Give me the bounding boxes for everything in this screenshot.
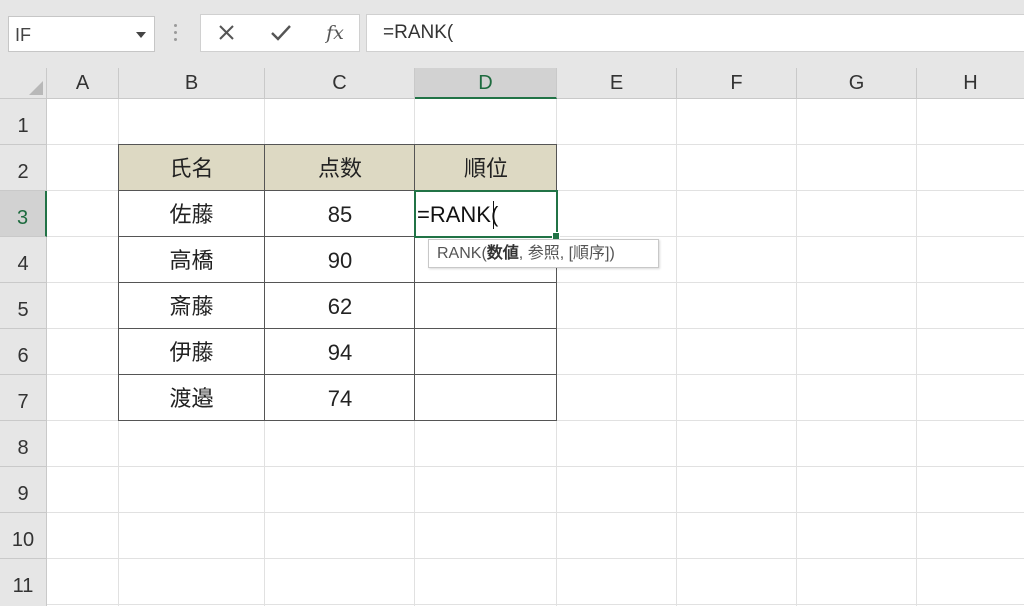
- table-border: [556, 144, 557, 421]
- row-header-1[interactable]: 1: [0, 99, 47, 145]
- table-border: [118, 144, 119, 421]
- formula-input[interactable]: =RANK(: [366, 14, 1024, 52]
- table-header-rank[interactable]: 順位: [415, 145, 557, 191]
- select-all-button[interactable]: [0, 68, 47, 99]
- table-border: [118, 282, 557, 283]
- formula-bar: IF fx =RANK(: [0, 0, 1024, 68]
- column-header-h[interactable]: H: [917, 68, 1024, 99]
- cell-score[interactable]: 62: [265, 283, 415, 329]
- gridline: [47, 604, 1024, 605]
- row-header-8[interactable]: 8: [0, 421, 47, 467]
- row-header-7[interactable]: 7: [0, 375, 47, 421]
- name-box[interactable]: IF: [8, 16, 155, 52]
- name-box-dropdown-icon[interactable]: [136, 32, 146, 38]
- tooltip-function: RANK(: [437, 245, 487, 262]
- cell-name[interactable]: 斎藤: [118, 283, 265, 329]
- spreadsheet-grid: A B C D E F G H 1 2 3 4 5 6 7 8 9 10 11 …: [0, 68, 1024, 606]
- formula-buttons: fx: [200, 14, 360, 52]
- gridline: [796, 99, 797, 606]
- grip-icon[interactable]: [174, 24, 178, 44]
- table-border: [118, 328, 557, 329]
- cell-score[interactable]: 85: [265, 191, 415, 237]
- fx-icon: fx: [326, 22, 344, 44]
- name-box-value: IF: [15, 25, 31, 45]
- cell-name[interactable]: 渡邉: [118, 375, 265, 421]
- row-header-10[interactable]: 10: [0, 513, 47, 559]
- enter-button[interactable]: [265, 20, 297, 46]
- column-header-d[interactable]: D: [415, 68, 557, 99]
- column-header-f[interactable]: F: [677, 68, 797, 99]
- column-header-c[interactable]: C: [265, 68, 415, 99]
- row-header-3[interactable]: 3: [0, 191, 47, 237]
- cell-score[interactable]: 74: [265, 375, 415, 421]
- cancel-button[interactable]: [211, 20, 243, 46]
- tooltip-remaining-args: , 参照, [順序]): [518, 245, 615, 262]
- close-icon: [219, 25, 234, 40]
- gridline: [916, 99, 917, 606]
- active-cell-text: =RANK(: [417, 202, 499, 227]
- select-all-icon: [29, 81, 43, 95]
- function-tooltip[interactable]: RANK(数値, 参照, [順序]): [428, 239, 659, 268]
- gridline: [47, 466, 1024, 467]
- column-header-b[interactable]: B: [119, 68, 265, 99]
- active-cell-d3[interactable]: =RANK(: [414, 190, 560, 240]
- row-header-5[interactable]: 5: [0, 283, 47, 329]
- insert-function-button[interactable]: fx: [319, 20, 351, 46]
- table-header-name[interactable]: 氏名: [118, 145, 265, 191]
- row-header-2[interactable]: 2: [0, 145, 47, 191]
- table-border: [118, 144, 557, 145]
- row-header-11[interactable]: 11: [0, 559, 47, 606]
- cell-name[interactable]: 高橋: [118, 237, 265, 283]
- cell-score[interactable]: 90: [265, 237, 415, 283]
- row-header-4[interactable]: 4: [0, 237, 47, 283]
- table-border: [118, 420, 557, 421]
- table-border: [414, 144, 415, 421]
- gridline: [47, 558, 1024, 559]
- tooltip-current-arg: 数値: [486, 245, 519, 262]
- table-header-score[interactable]: 点数: [265, 145, 415, 191]
- text-caret: [493, 201, 494, 229]
- table-border: [118, 374, 557, 375]
- formula-text: =RANK(: [383, 22, 454, 43]
- cell-name[interactable]: 佐藤: [118, 191, 265, 237]
- column-header-a[interactable]: A: [47, 68, 119, 99]
- column-header-g[interactable]: G: [797, 68, 917, 99]
- gridline: [676, 99, 677, 606]
- row-header-6[interactable]: 6: [0, 329, 47, 375]
- column-header-e[interactable]: E: [557, 68, 677, 99]
- table-border: [264, 144, 265, 421]
- gridline: [47, 512, 1024, 513]
- cell-name[interactable]: 伊藤: [118, 329, 265, 375]
- check-icon: [271, 25, 291, 41]
- cell-score[interactable]: 94: [265, 329, 415, 375]
- row-header-9[interactable]: 9: [0, 467, 47, 513]
